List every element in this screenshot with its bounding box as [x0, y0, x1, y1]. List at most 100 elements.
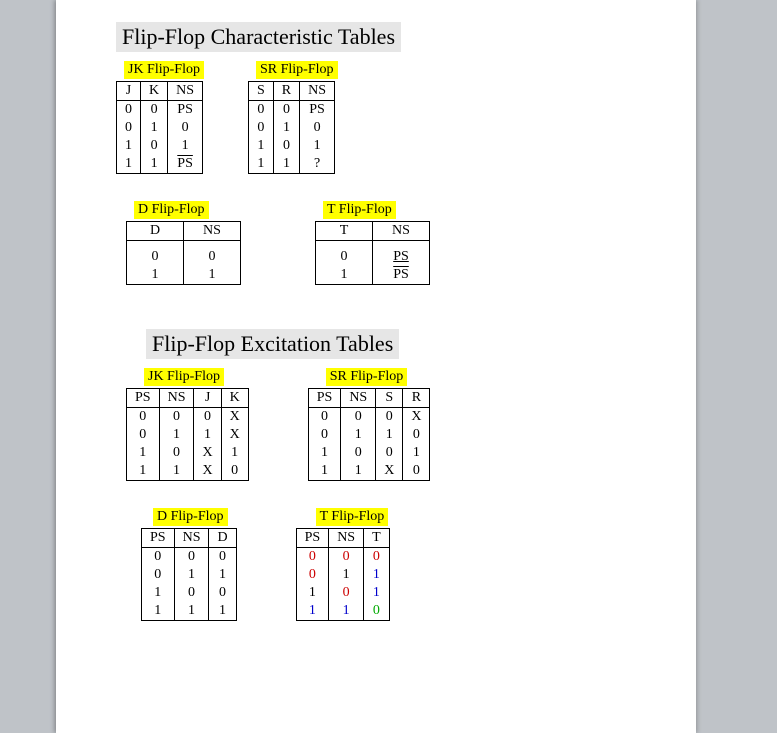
cell: 0 [300, 119, 335, 137]
table-header: PS NS T [296, 529, 389, 548]
cell: 0 [141, 101, 168, 120]
table-row: 011X [127, 426, 249, 444]
char-sr-group: SR Flip-Flop S R NS 00PS 010 101 11? [248, 60, 338, 174]
col-t: T [316, 222, 373, 241]
characteristic-title: Flip-Flop Characteristic Tables [116, 22, 401, 52]
table-row: 10X1 [127, 444, 249, 462]
cell: 0 [174, 584, 209, 602]
col-ps: PS [296, 529, 329, 548]
col-j: J [194, 389, 221, 408]
cell: 0 [209, 548, 236, 567]
cell: 0 [341, 444, 376, 462]
table-row: 11 [127, 266, 241, 285]
cell: 1 [273, 119, 299, 137]
cell: 1 [141, 155, 168, 174]
cell: 0 [117, 119, 141, 137]
cell: 1 [117, 155, 141, 174]
table-row: 11? [248, 155, 334, 174]
cell: 0 [159, 408, 194, 427]
char-jk-group: JK Flip-Flop J K NS 00PS 010 101 11PS [116, 60, 204, 174]
exc-d-table: PS NS D 000 011 100 111 [141, 528, 237, 621]
cell: 0 [403, 462, 430, 481]
cell: 0 [316, 241, 373, 267]
exc-t-label: T Flip-Flop [316, 508, 389, 526]
cell: 0 [329, 548, 364, 567]
cell: 1 [403, 444, 430, 462]
table-row: 010 [248, 119, 334, 137]
col-ns: NS [168, 82, 203, 101]
table-header: J K NS [117, 82, 203, 101]
cell: 0 [168, 119, 203, 137]
exc-sr-table: PS NS S R 000X 0110 1001 11X0 [308, 388, 431, 481]
cell: 1 [273, 155, 299, 174]
cell: 0 [308, 408, 341, 427]
cell: 0 [221, 462, 248, 481]
table-row: 00PS [248, 101, 334, 120]
table-row: 11X0 [127, 462, 249, 481]
cell: 1 [248, 155, 273, 174]
cell: 1 [194, 426, 221, 444]
char-t-label: T Flip-Flop [323, 201, 396, 219]
cell: 0 [142, 548, 175, 567]
table-header: S R NS [248, 82, 334, 101]
exc-jk-group: JK Flip-Flop PS NS J K 000X 011X 10X1 11… [126, 367, 249, 481]
cell: 1 [329, 566, 364, 584]
cell: 0 [376, 408, 403, 427]
cell: PS [373, 241, 430, 267]
col-ns: NS [373, 222, 430, 241]
cell: 0 [308, 426, 341, 444]
cell: 0 [273, 137, 299, 155]
cell: 0 [296, 548, 329, 567]
exc-d-group: D Flip-Flop PS NS D 000 011 100 111 [141, 507, 237, 621]
char-jk-table: J K NS 00PS 010 101 11PS [116, 81, 203, 174]
cell: 0 [194, 408, 221, 427]
char-d-group: D Flip-Flop D NS 00 11 [126, 200, 241, 285]
table-row: 000X [308, 408, 430, 427]
char-t-table: T NS 0PS 1PS [315, 221, 430, 285]
table-row: 00 [127, 241, 241, 267]
cell: X [221, 408, 248, 427]
cell: X [403, 408, 430, 427]
col-k: K [141, 82, 168, 101]
exc-t-group: T Flip-Flop PS NS T 000 011 101 110 [296, 507, 390, 621]
cell: 1 [127, 444, 160, 462]
col-ns: NS [300, 82, 335, 101]
cell: X [376, 462, 403, 481]
col-k: K [221, 389, 248, 408]
cell: 0 [341, 408, 376, 427]
cell: 0 [127, 426, 160, 444]
cell: 1 [296, 602, 329, 621]
col-ps: PS [142, 529, 175, 548]
cell: 1 [221, 444, 248, 462]
exc-jk-label: JK Flip-Flop [144, 368, 224, 386]
table-row: 110 [296, 602, 389, 621]
table-row: 000X [127, 408, 249, 427]
exc-t-table: PS NS T 000 011 101 110 [296, 528, 390, 621]
excitation-section: Flip-Flop Excitation Tables JK Flip-Flop… [116, 329, 696, 639]
col-r: R [403, 389, 430, 408]
table-row: 010 [117, 119, 203, 137]
cell: 0 [296, 566, 329, 584]
table-row: 1001 [308, 444, 430, 462]
cell: PS [168, 155, 203, 174]
cell: 0 [376, 444, 403, 462]
char-d-label: D Flip-Flop [134, 201, 209, 219]
cell: 0 [329, 584, 364, 602]
cell: 1 [184, 266, 241, 285]
cell: 1 [127, 266, 184, 285]
char-d-table: D NS 00 11 [126, 221, 241, 285]
col-ps: PS [127, 389, 160, 408]
cell: 0 [364, 548, 390, 567]
col-ns: NS [159, 389, 194, 408]
cell: X [221, 426, 248, 444]
cell: 0 [273, 101, 299, 120]
col-d: D [209, 529, 236, 548]
col-s: S [376, 389, 403, 408]
cell: 1 [248, 137, 273, 155]
cell: 0 [174, 548, 209, 567]
table-row: 111 [142, 602, 237, 621]
cell: X [194, 444, 221, 462]
excitation-title: Flip-Flop Excitation Tables [146, 329, 399, 359]
cell: 1 [341, 462, 376, 481]
cell: 0 [141, 137, 168, 155]
